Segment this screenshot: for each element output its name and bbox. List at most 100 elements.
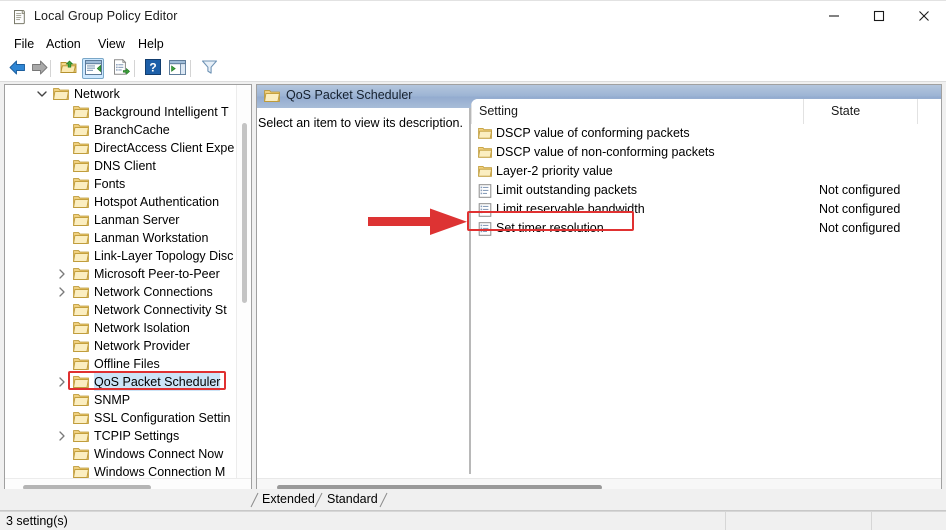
tree-item-background-intelligent-t[interactable]: Background Intelligent T [5,103,236,121]
tree-item-tcpip-settings[interactable]: TCPIP Settings [5,427,236,445]
tree-item-dns-client[interactable]: DNS Client [5,157,236,175]
tab-slash-right [379,492,388,508]
tree-item-label: Network Connections [94,285,213,299]
tree-vscroll-thumb[interactable] [242,123,247,303]
setting-name: Set timer resolution [496,221,604,235]
maximize-button[interactable] [856,1,901,34]
folder-icon [73,339,89,353]
list-item[interactable]: Set timer resolution Not configured [471,219,941,238]
help-button[interactable]: ? [142,58,164,79]
tree-item-windows-connect-now[interactable]: Windows Connect Now [5,445,236,463]
tree-item-network-provider[interactable]: Network Provider [5,337,236,355]
chevron-right-icon[interactable] [55,283,69,301]
tree-item-lanman-server[interactable]: Lanman Server [5,211,236,229]
tree-item-branchcache[interactable]: BranchCache [5,121,236,139]
show-action-pane-button[interactable] [166,58,188,79]
tree-item-qos-packet-scheduler[interactable]: QoS Packet Scheduler [5,373,236,391]
folder-icon [73,411,89,425]
chevron-down-icon[interactable] [35,85,49,103]
tree-item-lanman-workstation[interactable]: Lanman Workstation [5,229,236,247]
tab-slash-mid [314,492,323,508]
tree-item-microsoft-peer-to-peer[interactable]: Microsoft Peer-to-Peer [5,265,236,283]
setting-icon [478,184,492,198]
toolbar: ? [0,55,946,82]
minimize-button[interactable] [811,1,856,34]
tree-item-label: Windows Connect Now [94,447,224,461]
column-header-setting[interactable]: Setting [479,104,518,118]
tree-item-windows-connection-m[interactable]: Windows Connection M [5,463,236,478]
tree-item-link-layer-topology-disc[interactable]: Link-Layer Topology Disc [5,247,236,265]
status-separator-2 [871,512,872,530]
menu-view[interactable]: View [92,35,131,53]
tree-item-network-isolation[interactable]: Network Isolation [5,319,236,337]
column-divider-right[interactable] [917,99,918,124]
tree-vertical-scrollbar[interactable] [236,85,251,478]
tab-standard[interactable]: Standard [323,490,382,509]
window-title: Local Group Policy Editor [34,9,178,23]
title-bar: Local Group Policy Editor [0,0,946,33]
tree-item-label: Network [74,87,120,101]
folder-icon [73,105,89,119]
setting-name: Layer-2 priority value [496,164,613,178]
console-tree[interactable]: Network Background Intelligent T BranchCac… [5,85,236,478]
tree-item-fonts[interactable]: Fonts [5,175,236,193]
local-group-policy-editor-window: Local Group Policy Editor File Action Vi… [0,0,946,530]
folder-icon [73,267,89,281]
chevron-right-icon[interactable] [55,373,69,391]
folder-icon [73,123,89,137]
description-text: Select an item to view its description. [258,116,463,130]
folder-icon [73,231,89,245]
tree-item-offline-files[interactable]: Offline Files [5,355,236,373]
view-tabs: Extended Standard [0,489,946,511]
folder-icon [73,159,89,173]
folder-up-icon [60,59,78,78]
tree-item-snmp[interactable]: SNMP [5,391,236,409]
list-item[interactable]: Limit outstanding packets Not configured [471,181,941,200]
menu-help[interactable]: Help [132,35,170,53]
chevron-right-icon[interactable] [55,427,69,445]
folder-icon [73,393,89,407]
console-tree-pane: Network Background Intelligent T BranchCac… [4,84,252,496]
tree-item-label: Network Connectivity St [94,303,227,317]
folder-icon [73,213,89,227]
menu-action[interactable]: Action [40,35,87,53]
list-item[interactable]: Layer-2 priority value [471,162,941,181]
export-list-button[interactable] [110,58,132,79]
column-header-state[interactable]: State [831,104,860,118]
column-divider-left[interactable] [471,99,472,124]
tree-item-network-connections[interactable]: Network Connections [5,283,236,301]
menu-file[interactable]: File [8,35,40,53]
tree-item-label: TCPIP Settings [94,429,180,443]
list-item[interactable]: DSCP value of conforming packets [471,124,941,143]
tree-item-ssl-configuration-settin[interactable]: SSL Configuration Settin [5,409,236,427]
folder-icon [73,249,89,263]
tree-item-network-connectivity-st[interactable]: Network Connectivity St [5,301,236,319]
list-item[interactable]: DSCP value of non-conforming packets [471,143,941,162]
content-area: Network Background Intelligent T BranchCac… [0,82,946,500]
filter-button[interactable] [198,58,220,79]
column-divider-mid[interactable] [803,99,804,124]
export-list-icon [113,58,130,78]
show-hide-console-tree-button[interactable] [82,58,104,79]
tree-item-label: Network Provider [94,339,190,353]
tree-item-hotspot-authentication[interactable]: Hotspot Authentication [5,193,236,211]
setting-state: Not configured [819,183,901,197]
chevron-right-icon[interactable] [55,265,69,283]
status-separator-1 [725,512,726,530]
list-item[interactable]: Limit reservable bandwidth Not configured [471,200,941,219]
tree-item-directaccess-client-expe[interactable]: DirectAccess Client Expe [5,139,236,157]
back-button[interactable] [6,58,28,79]
setting-icon [478,203,492,217]
tree-item-network[interactable]: Network [5,85,236,103]
up-one-level-button[interactable] [58,58,80,79]
tree-item-label: Fonts [94,177,126,191]
tab-extended[interactable]: Extended [258,490,319,509]
settings-rows[interactable]: DSCP value of conforming packets DSCP val… [471,124,941,238]
setting-name: DSCP value of non-conforming packets [496,145,715,159]
tree-item-label: Lanman Server [94,213,180,227]
left-arrow-icon [8,59,27,79]
forward-button[interactable] [28,58,50,79]
list-column-header: Setting State [471,99,941,124]
folder-icon [264,89,280,103]
close-button[interactable] [901,1,946,34]
